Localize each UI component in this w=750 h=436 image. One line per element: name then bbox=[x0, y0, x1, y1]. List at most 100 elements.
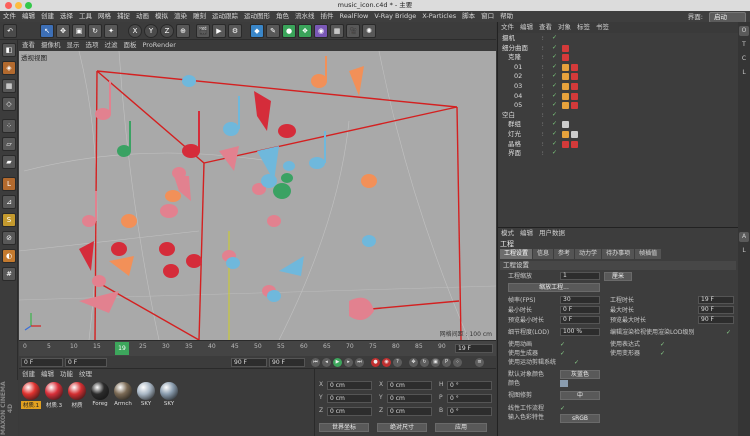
menu-plugins[interactable]: 插件 bbox=[318, 11, 337, 22]
view-clipping-dropdown[interactable]: 中 bbox=[560, 391, 600, 400]
attr-menu-edit[interactable]: 编辑 bbox=[517, 229, 536, 237]
visibility-dots-icon[interactable]: ⁝ bbox=[542, 131, 551, 138]
size-x-field[interactable]: 0 cm bbox=[387, 381, 432, 390]
material-swatch[interactable]: SKY bbox=[136, 381, 156, 411]
coord-mode-dropdown[interactable]: 世界坐标 bbox=[319, 423, 369, 432]
texture-mode-icon[interactable]: ▦ bbox=[2, 79, 16, 93]
move-key-icon[interactable]: ✥ bbox=[409, 358, 418, 367]
enable-check-icon[interactable]: ✓ bbox=[552, 111, 558, 118]
object-row[interactable]: 04 ⁝ ✓ bbox=[498, 92, 739, 101]
use-deformers-checkbox[interactable]: ✓ bbox=[660, 351, 666, 357]
light-icon[interactable]: ✺ bbox=[362, 24, 376, 38]
enable-check-icon[interactable]: ✓ bbox=[552, 83, 558, 89]
content-tab-icon[interactable]: C bbox=[739, 54, 749, 64]
goto-end-icon[interactable]: ⏭ bbox=[355, 358, 364, 367]
tab-todo[interactable]: 待办事项 bbox=[602, 249, 635, 259]
timeline-icon[interactable]: ≡ bbox=[475, 358, 484, 367]
enable-check-icon[interactable]: ✓ bbox=[552, 92, 558, 99]
param-key-icon[interactable]: P bbox=[442, 358, 451, 367]
pos-y-field[interactable]: 0 cm bbox=[327, 394, 372, 403]
material-swatch[interactable]: 材质.1 bbox=[21, 381, 41, 411]
objects-tab-icon[interactable]: O bbox=[739, 26, 749, 36]
menu-script[interactable]: 脚本 bbox=[459, 11, 478, 22]
object-menu-objects[interactable]: 对象 bbox=[555, 23, 574, 31]
object-tag-icon[interactable] bbox=[562, 54, 569, 62]
object-row[interactable]: 晶格 ⁝ ✓ bbox=[498, 140, 739, 149]
viewport-menu-view[interactable]: 查看 bbox=[19, 41, 38, 49]
enable-check-icon[interactable]: ✓ bbox=[552, 102, 558, 108]
object-row[interactable]: 02 ⁝ ✓ bbox=[498, 72, 739, 81]
menu-select[interactable]: 选择 bbox=[57, 11, 76, 22]
viewport-scene[interactable] bbox=[19, 51, 496, 340]
scene-icon[interactable]: ▦ bbox=[330, 24, 344, 38]
tab-project-settings[interactable]: 工程设置 bbox=[500, 249, 533, 259]
default-color-dropdown[interactable]: 灰蓝色 bbox=[560, 370, 600, 379]
attr-menu-mode[interactable]: 模式 bbox=[498, 229, 517, 237]
make-editable-icon[interactable]: ◧ bbox=[2, 43, 16, 57]
takes-tab-icon[interactable]: T bbox=[739, 40, 749, 50]
preview-min-field[interactable]: 0 F bbox=[560, 316, 600, 324]
material-swatch[interactable]: 材质.3 bbox=[44, 381, 64, 411]
axis-mode-icon[interactable]: L bbox=[2, 177, 16, 191]
enable-check-icon[interactable]: ✓ bbox=[552, 140, 558, 147]
max-time-field[interactable]: 90 F bbox=[698, 306, 734, 314]
current-frame-marker[interactable]: 19 bbox=[115, 342, 129, 355]
close-window-icon[interactable] bbox=[5, 2, 12, 9]
keyframe-icon[interactable]: ? bbox=[393, 358, 402, 367]
lock-icon[interactable]: ⊘ bbox=[2, 231, 16, 245]
render-region-icon[interactable]: 🎬 bbox=[196, 24, 210, 38]
last-tool-icon[interactable]: ✦ bbox=[104, 24, 118, 38]
end-frame-field[interactable]: 90 F bbox=[269, 358, 305, 367]
visibility-dots-icon[interactable]: ⁝ bbox=[542, 102, 551, 109]
object-row[interactable]: 细分曲面 ⁝ ✓ bbox=[498, 44, 739, 53]
object-tag-icon[interactable] bbox=[562, 131, 569, 138]
tab-reference[interactable]: 参考 bbox=[554, 249, 575, 259]
enable-check-icon[interactable]: ✓ bbox=[552, 121, 558, 127]
tab-key-interpolation[interactable]: 帧插值 bbox=[635, 249, 662, 259]
scale-project-button[interactable]: 缩放工程... bbox=[508, 283, 600, 292]
goto-start-icon[interactable]: ⏮ bbox=[311, 358, 320, 367]
y-axis-icon[interactable]: Y bbox=[144, 24, 158, 38]
z-axis-icon[interactable]: Z bbox=[160, 24, 174, 38]
use-motion-system-checkbox[interactable]: ✓ bbox=[574, 360, 580, 366]
object-menu-tags[interactable]: 标签 bbox=[574, 23, 593, 31]
color-swatch[interactable] bbox=[560, 380, 568, 387]
visibility-dots-icon[interactable]: ⁝ bbox=[542, 112, 551, 119]
object-row[interactable]: 群组 ⁝ ✓ bbox=[498, 120, 739, 129]
visibility-dots-icon[interactable]: ⁝ bbox=[542, 93, 551, 100]
visibility-dots-icon[interactable]: ⁝ bbox=[542, 35, 551, 42]
use-generators-checkbox[interactable]: ✓ bbox=[560, 351, 566, 357]
visibility-dots-icon[interactable]: ⁝ bbox=[542, 54, 551, 61]
autokey-icon[interactable]: ◉ bbox=[382, 358, 391, 367]
apply-button[interactable]: 应用 bbox=[435, 423, 487, 432]
menu-edit[interactable]: 编辑 bbox=[19, 11, 38, 22]
cube-icon[interactable]: ◆ bbox=[250, 24, 264, 38]
subdivide-icon[interactable]: ● bbox=[282, 24, 296, 38]
range-end-field[interactable]: 90 F bbox=[231, 358, 267, 367]
deformer-icon[interactable]: ◉ bbox=[314, 24, 328, 38]
visibility-dots-icon[interactable]: ⁝ bbox=[542, 83, 551, 90]
menu-xparticles[interactable]: X-Particles bbox=[419, 11, 459, 22]
snap-icon[interactable]: S bbox=[2, 213, 16, 227]
menu-mesh[interactable]: 网格 bbox=[95, 11, 114, 22]
pos-x-field[interactable]: 0 cm bbox=[327, 381, 372, 390]
menu-help[interactable]: 帮助 bbox=[497, 11, 516, 22]
material-swatch[interactable]: 材质 bbox=[67, 381, 87, 411]
linear-workflow-checkbox[interactable]: ✓ bbox=[560, 406, 566, 412]
enable-check-icon[interactable]: ✓ bbox=[552, 35, 558, 41]
scale-icon[interactable]: ▣ bbox=[72, 24, 86, 38]
render-settings-icon[interactable]: ⚙ bbox=[228, 24, 242, 38]
menu-motion-tracker[interactable]: 运动跟踪 bbox=[209, 11, 241, 22]
viewport-menu-prorender[interactable]: ProRender bbox=[140, 41, 179, 49]
zoom-window-icon[interactable] bbox=[25, 2, 32, 9]
prev-key-icon[interactable]: ◂ bbox=[322, 358, 331, 367]
enable-check-icon[interactable]: ✓ bbox=[552, 63, 558, 70]
menu-realflow[interactable]: RealFlow bbox=[337, 11, 372, 22]
attr-menu-userdata[interactable]: 用户数据 bbox=[536, 229, 568, 237]
rot-h-field[interactable]: 0 ° bbox=[447, 381, 492, 390]
edges-mode-icon[interactable]: ▱ bbox=[2, 137, 16, 151]
menu-file[interactable]: 文件 bbox=[0, 11, 19, 22]
start-frame-field[interactable]: 0 F bbox=[21, 358, 63, 367]
render-view-icon[interactable]: ▶ bbox=[212, 24, 226, 38]
object-menu-bookmarks[interactable]: 书签 bbox=[593, 23, 612, 31]
